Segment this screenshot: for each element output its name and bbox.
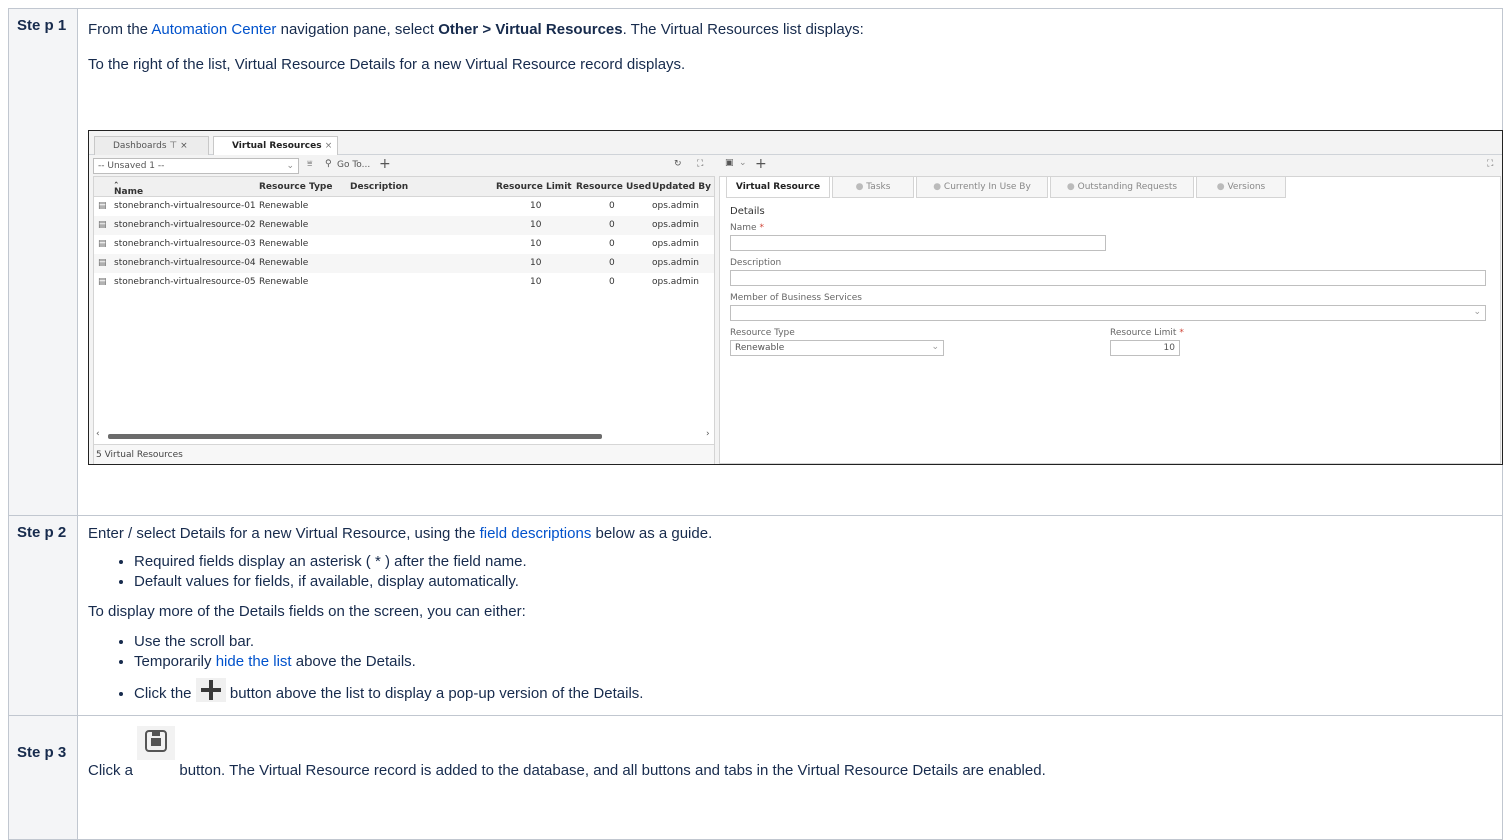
table-row[interactable]: ▤ stonebranch-virtualresource-04 Renewabl… xyxy=(94,254,714,273)
step-2-paragraph-1: Enter / select Details for a new Virtual… xyxy=(88,525,713,542)
save-icon[interactable]: ▣ xyxy=(725,158,734,168)
table-row[interactable]: ▤ stonebranch-virtualresource-02 Renewabl… xyxy=(94,216,714,235)
virtual-resources-list: Name ˆ Resource Type Description Resourc… xyxy=(93,176,715,464)
chevron-down-icon: ⌄ xyxy=(931,342,939,352)
name-label: Name * xyxy=(730,223,764,233)
step-3-content: Click a button. The Virtual Resource rec… xyxy=(77,715,1503,840)
page-tab-bar: Dashboards ⊤ × Virtual Resources × xyxy=(89,131,1502,155)
record-icon: ▤ xyxy=(98,277,107,287)
scroll-right-icon[interactable]: › xyxy=(706,429,710,439)
list-item: Required fields display an asterisk ( * … xyxy=(134,552,1492,572)
scroll-left-icon[interactable]: ‹ xyxy=(96,429,100,439)
list-item: Temporarily hide the list above the Deta… xyxy=(134,652,1492,672)
list-item: Use the scroll bar. xyxy=(134,632,1492,652)
table-row[interactable]: ▤ stonebranch-virtualresource-03 Renewabl… xyxy=(94,235,714,254)
add-record-icon[interactable]: + xyxy=(755,156,767,172)
column-updated-by[interactable]: Updated By xyxy=(652,182,711,192)
table-row[interactable]: ▤ stonebranch-virtualresource-01 Renewabl… xyxy=(94,197,714,216)
name-field[interactable] xyxy=(730,235,1106,251)
column-name[interactable]: Name ˆ xyxy=(114,182,143,197)
list-header: Name ˆ Resource Type Description Resourc… xyxy=(94,177,714,197)
step-2-paragraph-2: To display more of the Details fields on… xyxy=(88,603,526,620)
column-resource-limit[interactable]: Resource Limit xyxy=(496,182,572,192)
tab-versions[interactable]: ● Versions xyxy=(1196,177,1286,198)
maximize-icon[interactable]: ⛶ xyxy=(1487,159,1493,169)
resource-limit-label: Resource Limit * xyxy=(1110,328,1184,338)
chevron-down-icon: ⌄ xyxy=(1473,307,1481,317)
close-icon[interactable]: × xyxy=(325,141,333,151)
step-2-label: Ste p 2 xyxy=(8,515,78,716)
step-1-label: Ste p 1 xyxy=(8,8,78,516)
virtual-resources-screenshot: Dashboards ⊤ × Virtual Resources × -- Un… xyxy=(88,130,1503,465)
save-icon xyxy=(137,726,176,760)
chevron-down-icon[interactable]: ⌄ xyxy=(739,158,747,168)
expand-icon[interactable]: ⛶ xyxy=(697,159,703,169)
hide-the-list-link[interactable]: hide the list xyxy=(216,653,292,670)
step-2-bullets-1: Required fields display an asterisk ( * … xyxy=(88,552,1492,592)
table-row[interactable]: ▤ stonebranch-virtualresource-05 Renewabl… xyxy=(94,273,714,292)
description-field[interactable] xyxy=(730,270,1486,286)
description-label: Description xyxy=(730,258,782,268)
list-footer: 5 Virtual Resources xyxy=(94,444,714,464)
business-services-label: Member of Business Services xyxy=(730,293,862,303)
resource-type-label: Resource Type xyxy=(730,328,795,338)
record-icon: ▤ xyxy=(98,239,107,249)
virtual-resource-details: Virtual Resource ● Tasks ● Currently In … xyxy=(719,176,1501,464)
search-icon: ⚲ xyxy=(325,159,332,169)
tab-dashboards[interactable]: Dashboards ⊤ × xyxy=(94,136,209,155)
list-item: Click the button above the list to displ… xyxy=(134,678,1492,704)
toolbar: -- Unsaved 1 -- ⌄ ⩸ ⚲ Go To... + ↻ ⛶ ▣ ⌄ … xyxy=(89,156,1502,176)
tab-virtual-resources[interactable]: Virtual Resources × xyxy=(213,136,338,155)
column-description[interactable]: Description xyxy=(350,182,408,192)
horizontal-scrollbar[interactable] xyxy=(108,434,602,439)
business-services-select[interactable]: ⌄ xyxy=(730,305,1486,321)
chevron-down-icon: ⌄ xyxy=(286,161,294,171)
tab-outstanding-requests[interactable]: ● Outstanding Requests xyxy=(1050,177,1194,198)
add-icon[interactable]: + xyxy=(379,156,391,172)
field-descriptions-link[interactable]: field descriptions xyxy=(480,525,592,542)
record-icon: ▤ xyxy=(98,201,107,211)
tab-currently-in-use-by[interactable]: ● Currently In Use By xyxy=(916,177,1048,198)
tab-virtual-resource[interactable]: Virtual Resource xyxy=(726,177,830,198)
tab-tasks[interactable]: ● Tasks xyxy=(832,177,914,198)
record-icon: ▤ xyxy=(98,258,107,268)
step-3-label: Ste p 3 xyxy=(8,715,78,840)
step-1-paragraph-2: To the right of the list, Virtual Resour… xyxy=(88,56,686,73)
column-resource-type[interactable]: Resource Type xyxy=(259,182,332,192)
pin-icon: ⊤ xyxy=(169,141,178,151)
refresh-icon[interactable]: ↻ xyxy=(674,159,682,169)
filter-icon[interactable]: ⩸ xyxy=(307,159,312,169)
resource-type-select[interactable]: Renewable ⌄ xyxy=(730,340,944,356)
step-2-content: Enter / select Details for a new Virtual… xyxy=(77,515,1503,716)
step-3-paragraph: Click a button. The Virtual Resource rec… xyxy=(88,726,1492,788)
list-item: Default values for fields, if available,… xyxy=(134,572,1492,592)
record-icon: ▤ xyxy=(98,220,107,230)
step-2-bullets-2: Use the scroll bar. Temporarily hide the… xyxy=(88,632,1492,704)
column-resource-used[interactable]: Resource Used xyxy=(576,182,651,192)
details-section-title: Details xyxy=(730,206,765,217)
filter-select[interactable]: -- Unsaved 1 -- ⌄ xyxy=(93,158,299,174)
goto-button[interactable]: Go To... xyxy=(337,160,370,170)
close-icon[interactable]: × xyxy=(180,141,188,151)
plus-icon xyxy=(195,678,226,702)
automation-center-link[interactable]: Automation Center xyxy=(151,21,276,38)
resource-limit-field[interactable]: 10 xyxy=(1110,340,1180,356)
step-1-paragraph-1: From the Automation Center navigation pa… xyxy=(88,21,864,38)
